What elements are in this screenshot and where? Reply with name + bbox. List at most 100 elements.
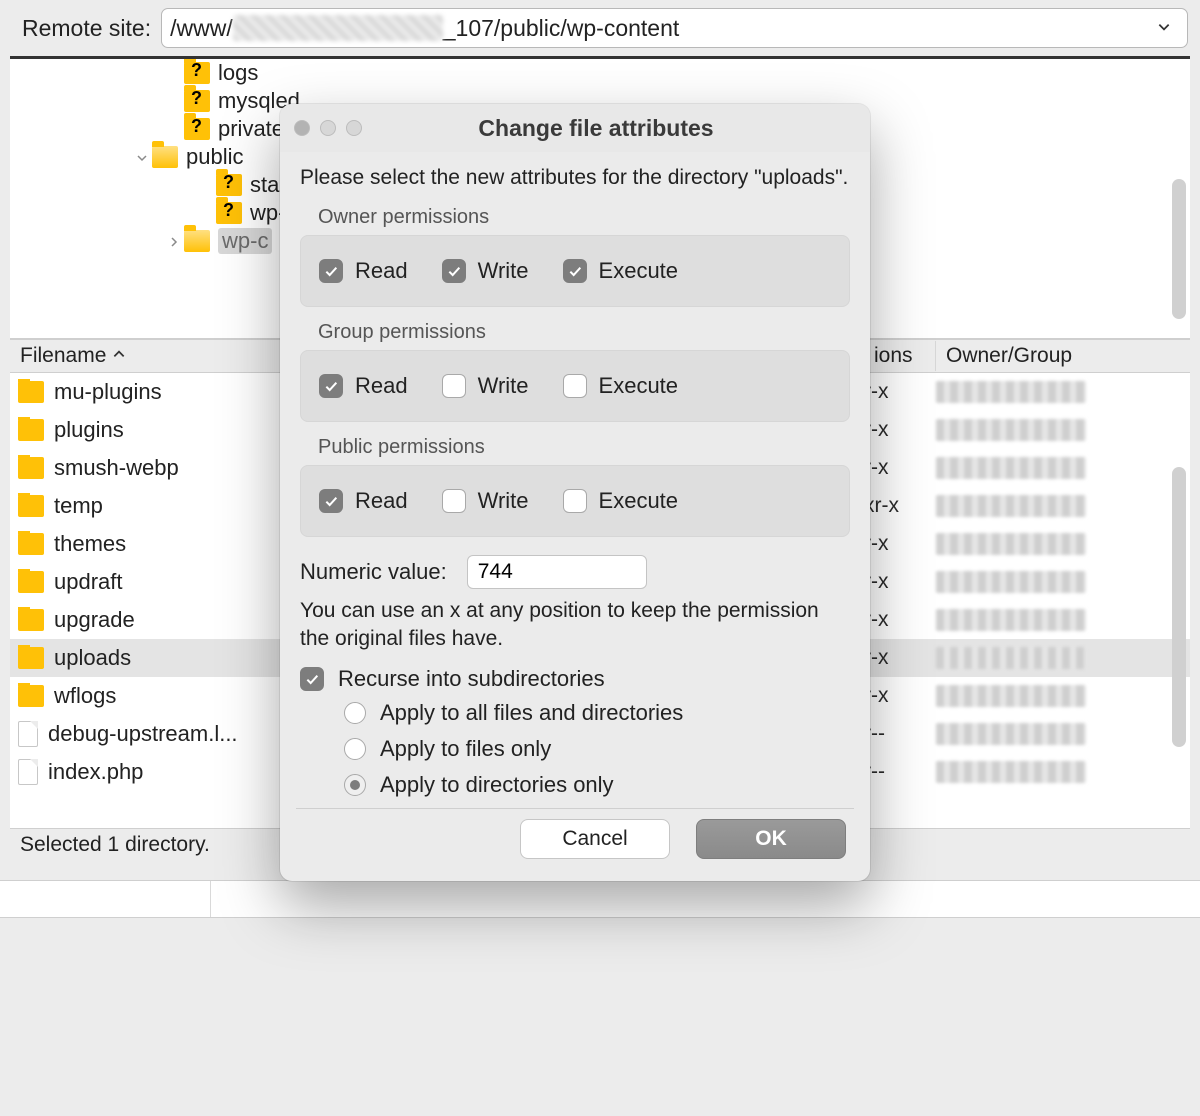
folder-icon (18, 495, 44, 517)
cell-permissions: r-x (864, 532, 936, 556)
scrollbar-thumb[interactable] (1172, 467, 1186, 747)
chevron-right-icon[interactable] (164, 228, 184, 254)
file-name: updraft (54, 569, 123, 595)
file-name: plugins (54, 417, 124, 443)
checkbox-icon (563, 374, 587, 398)
folder-icon (18, 609, 44, 631)
checkbox-label: Read (355, 373, 408, 399)
checkbox-icon (319, 489, 343, 513)
divider (210, 881, 211, 917)
checkbox-group-write[interactable]: Write (442, 373, 529, 399)
file-name: wflogs (54, 683, 116, 709)
radio-apply-all[interactable]: Apply to all files and directories (344, 700, 850, 726)
remote-path-suffix: _107/public/wp-content (443, 15, 680, 42)
tree-item-label: wp-c (218, 228, 272, 254)
cell-owner (936, 419, 1116, 441)
checkbox-public-execute[interactable]: Execute (563, 488, 679, 514)
numeric-value-label: Numeric value: (300, 559, 447, 585)
numeric-value-input[interactable] (467, 555, 647, 589)
bottom-panel (0, 880, 1200, 918)
checkbox-icon (300, 667, 324, 691)
checkbox-public-write[interactable]: Write (442, 488, 529, 514)
chevron-down-icon[interactable] (132, 144, 152, 170)
perm-group-public: Public permissionsReadWriteExecute (300, 436, 850, 537)
folder-open-icon (152, 146, 178, 168)
redacted-owner (936, 609, 1086, 631)
checkbox-group-execute[interactable]: Execute (563, 373, 679, 399)
remote-path-prefix: /www/ (170, 15, 233, 42)
ok-button[interactable]: OK (696, 819, 846, 859)
col-permissions-label: ions (874, 344, 913, 368)
scrollbar-thumb[interactable] (1172, 179, 1186, 319)
checkbox-icon (319, 374, 343, 398)
radio-icon (344, 702, 366, 724)
folder-unknown-icon (184, 62, 210, 84)
app-window: Remote site: /www/ _107/public/wp-conten… (0, 0, 1200, 1116)
radio-icon (344, 774, 366, 796)
cell-permissions: r-x (864, 418, 936, 442)
perm-caption: Group permissions (300, 321, 850, 350)
recurse-mode-radios: Apply to all files and directories Apply… (344, 700, 850, 798)
file-name: mu-plugins (54, 379, 162, 405)
cell-owner (936, 495, 1116, 517)
col-permissions[interactable]: ions (864, 341, 936, 371)
radio-apply-files[interactable]: Apply to files only (344, 736, 850, 762)
folder-unknown-icon (184, 118, 210, 140)
perm-group-owner: Owner permissions Read Write Execute (300, 206, 850, 307)
perm-caption: Owner permissions (300, 206, 850, 235)
tree-item-label: public (186, 144, 243, 170)
redacted-owner (936, 647, 1086, 669)
perm-group-group: Group permissions Read Write Execute (300, 321, 850, 422)
recurse-label: Recurse into subdirectories (338, 666, 605, 692)
close-icon[interactable] (294, 120, 310, 136)
checkbox-owner-execute[interactable]: Execute (563, 258, 679, 284)
checkbox-group-read[interactable]: Read (319, 373, 408, 399)
zoom-icon[interactable] (346, 120, 362, 136)
checkbox-owner-write[interactable]: Write (442, 258, 529, 284)
col-owner-group[interactable]: Owner/Group (936, 341, 1116, 371)
dialog-titlebar[interactable]: Change file attributes (280, 104, 870, 152)
folder-open-icon (184, 230, 210, 252)
cell-permissions: xr-x (864, 494, 936, 518)
folder-unknown-icon (184, 90, 210, 112)
folder-icon (18, 571, 44, 593)
tree-item[interactable]: logs (10, 59, 1190, 87)
cell-permissions: r-x (864, 456, 936, 480)
cell-permissions: r-- (864, 760, 936, 784)
cancel-button[interactable]: Cancel (520, 819, 670, 859)
redacted-owner (936, 761, 1086, 783)
file-name: temp (54, 493, 103, 519)
radio-apply-dirs[interactable]: Apply to directories only (344, 772, 850, 798)
dialog-body: Please select the new attributes for the… (280, 152, 870, 881)
checkbox-label: Execute (599, 373, 679, 399)
divider (296, 808, 854, 809)
file-name: upgrade (54, 607, 135, 633)
checkbox-icon (442, 259, 466, 283)
checkbox-icon (442, 489, 466, 513)
radio-icon (344, 738, 366, 760)
file-name: themes (54, 531, 126, 557)
col-filename-label: Filename (20, 344, 106, 368)
folder-icon (18, 647, 44, 669)
remote-site-combo[interactable]: /www/ _107/public/wp-content (161, 8, 1188, 48)
cell-owner (936, 609, 1116, 631)
minimize-icon[interactable] (320, 120, 336, 136)
perm-box: Read Write Execute (300, 350, 850, 422)
checkbox-public-read[interactable]: Read (319, 488, 408, 514)
redacted-owner (936, 571, 1086, 593)
cell-owner (936, 647, 1116, 669)
cell-owner (936, 533, 1116, 555)
recurse-checkbox[interactable]: Recurse into subdirectories (300, 666, 850, 692)
folder-icon (18, 685, 44, 707)
perm-box: Read Write Execute (300, 235, 850, 307)
cell-owner (936, 457, 1116, 479)
dialog-lead: Please select the new attributes for the… (300, 164, 850, 192)
numeric-value-hint: You can use an x at any position to keep… (300, 597, 850, 652)
tree-item-label: logs (218, 60, 258, 86)
checkbox-label: Read (355, 488, 408, 514)
chevron-down-icon[interactable] (1149, 16, 1179, 40)
checkbox-owner-read[interactable]: Read (319, 258, 408, 284)
perm-box: Read Write Execute (300, 465, 850, 537)
file-name: uploads (54, 645, 131, 671)
cell-owner (936, 723, 1116, 745)
